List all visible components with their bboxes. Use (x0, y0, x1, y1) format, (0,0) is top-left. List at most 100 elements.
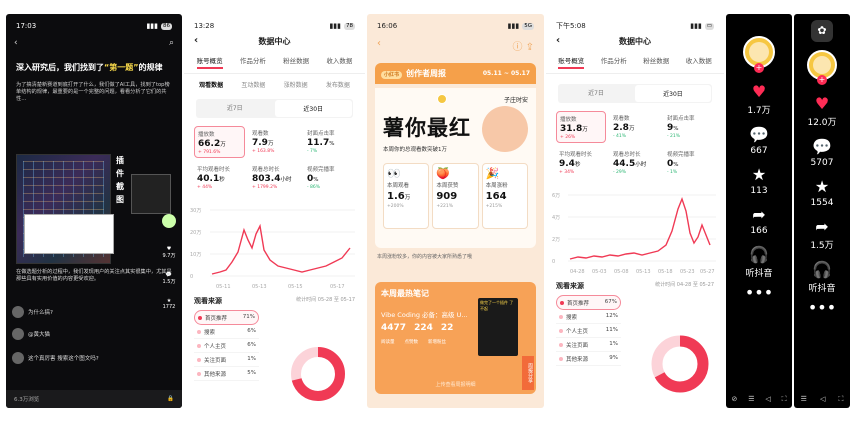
danmaku-icon[interactable]: ☰ (801, 395, 807, 404)
tab-fans-data[interactable]: 粉丝数据 (283, 55, 309, 69)
avatar (436, 94, 447, 104)
favorite-action[interactable]: ★ 113 (726, 165, 792, 197)
volume-icon[interactable]: ◁ (820, 395, 825, 404)
comment-toggle-icon[interactable]: ⊘ (731, 395, 737, 404)
plugin-screenshot-label: 插件截图 (116, 156, 124, 204)
metric-card[interactable]: 观看总时长 803.4小时 + 1799.2% (249, 162, 300, 194)
source-row[interactable]: 关注页面 1% (556, 338, 621, 352)
tab-watch-data[interactable]: 观看数据 (199, 80, 223, 89)
metric-card[interactable]: 观看总时长 44.5小时 - 29% (610, 147, 660, 179)
table-screenshot-image (24, 214, 114, 254)
back-icon[interactable]: ‹ (556, 35, 560, 46)
page-title: ‹ 数据中心 (194, 35, 291, 46)
note-thumbnail[interactable]: 做完了一个插件 了不起 (478, 298, 518, 356)
source-row[interactable]: 搜索 6% (194, 325, 259, 339)
source-row[interactable]: 首页推荐 67% (556, 295, 621, 310)
like-count[interactable]: ♥ 9.7万 (160, 246, 178, 259)
share-ribbon[interactable]: 周报分享 (522, 356, 534, 390)
tab-interaction-data[interactable]: 互动数据 (241, 80, 265, 89)
author-row: 子庄时安 (383, 94, 528, 104)
headphones-icon: 🎧 (749, 245, 769, 264)
favorite-count[interactable]: ★ 1772 (160, 298, 178, 310)
comment-item[interactable]: @黄大猫 (12, 328, 50, 340)
detail-link[interactable]: 上传查看周报明细 (375, 381, 536, 388)
fullscreen-icon[interactable]: ⛶ (839, 395, 844, 404)
comment-action[interactable]: 💬 667 (726, 126, 792, 157)
search-icon[interactable]: ⌕ (169, 38, 174, 48)
source-row[interactable]: 其他来源 5% (194, 367, 259, 381)
metric-card[interactable]: 平均观看时长 9.4秒 + 34% (556, 147, 606, 179)
ai-flower-icon[interactable]: ✿ (811, 20, 833, 42)
follow-button[interactable]: + (754, 63, 764, 73)
metric-grid: 播放数 31.8万 + 26% 观看数 2.8万 - 41% 封面点击率 9% - 21% … (546, 107, 724, 183)
share-action[interactable]: ➦ 1.5万 (794, 218, 850, 252)
period-30d[interactable]: 近30日 (635, 85, 711, 102)
source-row[interactable]: 首页推荐 71% (194, 310, 259, 325)
listen-action[interactable]: 🎧 听抖音 (794, 261, 850, 295)
more-icon[interactable]: ••• (794, 298, 850, 317)
tab-income-data[interactable]: 收入数据 (686, 55, 712, 69)
tab-account-overview[interactable]: 账号概览 (558, 55, 585, 69)
fullscreen-icon[interactable]: ⛶ (782, 395, 787, 404)
weekly-report-panel: 16:06 ▮▮▮ 5G ‹ ⓘ ⇪ 小红书 创作者周报 05.11 ~ 05.17 … (367, 14, 544, 408)
tab-account-overview[interactable]: 账号概览 (196, 55, 223, 69)
tab-work-analysis[interactable]: 作品分析 (601, 55, 627, 69)
metric-card[interactable]: 平均观看时长 40.1秒 + 44% (194, 162, 245, 194)
comment-action[interactable]: 💬 5707 (794, 138, 850, 169)
source-row[interactable]: 搜索 12% (556, 310, 621, 324)
source-row[interactable]: 个人主页 6% (194, 339, 259, 353)
comment-item[interactable]: 为什么搞? (12, 306, 53, 318)
source-row[interactable]: 个人主页 11% (556, 324, 621, 338)
signal-icon: ▮▮▮ (690, 22, 702, 30)
lock-icon[interactable]: 🔒 (167, 396, 174, 402)
stat-card: 👀 本周观看 1.6万 +200% (383, 163, 430, 229)
comment-item[interactable]: 这个真厉害 搜索这个图文吗? (12, 352, 99, 364)
like-action[interactable]: ♥ 1.7万 (726, 83, 792, 117)
tab-income-data[interactable]: 收入数据 (326, 55, 352, 69)
battery-icon: 78 (344, 22, 355, 30)
share-action[interactable]: ➦ 166 (726, 205, 792, 237)
metric-card[interactable]: 封面点击率 9% - 21% (664, 111, 714, 143)
metric-card[interactable]: 观看数 2.8万 - 41% (610, 111, 660, 143)
post-body: 为了搞清楚新赛道到底打开了什么，我们做了AI工具，找到了top榜单结构的规律，最… (16, 82, 170, 102)
x-tick: 05-03 (592, 269, 607, 275)
douyin-actions-panel-a: + ♥ 1.7万 💬 667 ★ 113 ➦ 166 🎧 听抖音 ••• ⊘ ☰ ◁ ⛶ (726, 14, 792, 408)
tab-work-analysis[interactable]: 作品分析 (240, 55, 266, 69)
bottom-bar: 6.3万浏览 🔒 (6, 390, 182, 408)
y-tick: 20万 (190, 230, 201, 236)
more-icon[interactable]: ••• (726, 283, 792, 302)
metric-card[interactable]: 观看数 7.9万 + 163.8% (249, 126, 300, 158)
trend-line (569, 196, 711, 260)
metric-card[interactable]: 播放数 31.8万 + 26% (556, 111, 606, 143)
danmaku-icon[interactable]: ☰ (748, 395, 754, 404)
y-tick: 0 (190, 274, 193, 280)
source-donut-chart (291, 347, 345, 401)
period-7d[interactable]: 近7日 (196, 99, 274, 118)
listen-action[interactable]: 🎧 听抖音 (726, 245, 792, 280)
author-avatar[interactable] (160, 214, 178, 230)
period-7d[interactable]: 近7日 (558, 84, 634, 103)
source-row[interactable]: 关注页面 1% (194, 353, 259, 367)
back-icon[interactable]: ‹ (377, 38, 381, 53)
metric-card[interactable]: 视频完播率 0% - 1% (664, 147, 714, 179)
favorite-action[interactable]: ★ 1554 (794, 178, 850, 209)
tab-follower-data[interactable]: 涨粉数据 (284, 80, 308, 89)
back-icon[interactable]: ‹ (194, 35, 198, 46)
metric-card[interactable]: 视频完播率 0% - 86% (304, 162, 355, 194)
volume-icon[interactable]: ◁ (765, 395, 770, 404)
share-arrow-icon: ➦ (752, 205, 766, 224)
comment-count[interactable]: 💬 1.5万 (160, 272, 178, 285)
tab-fans-data[interactable]: 粉丝数据 (643, 55, 669, 69)
hot-note-card[interactable]: 本周最热笔记 Vibe Coding 必备：高级 U... 4477 224 22 … (375, 282, 536, 394)
follow-button[interactable]: + (817, 75, 827, 85)
app-pill: 小红书 (381, 71, 403, 79)
tab-publish-data[interactable]: 发布数据 (326, 80, 350, 89)
metric-card[interactable]: 播放数 66.2万 + 791.6% (194, 126, 245, 158)
back-icon[interactable]: ‹ (14, 38, 18, 48)
help-and-share-icons[interactable]: ⓘ ⇪ (512, 38, 534, 53)
source-row[interactable]: 其他来源 9% (556, 352, 621, 366)
like-action[interactable]: ♥ 12.0万 (794, 95, 850, 129)
metric-card[interactable]: 封面点击率 11.7% - 7% (304, 126, 355, 158)
star-icon: ★ (751, 165, 767, 184)
period-30d[interactable]: 近30日 (274, 100, 352, 117)
